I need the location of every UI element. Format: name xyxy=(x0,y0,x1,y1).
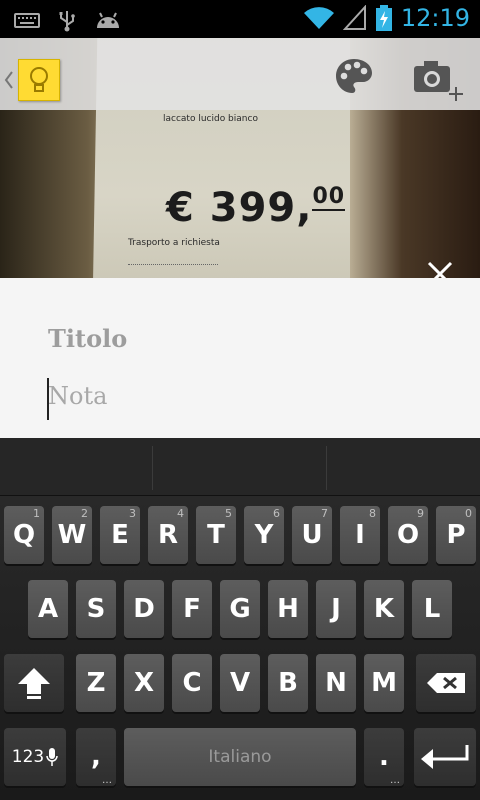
key-h[interactable]: H xyxy=(268,580,308,638)
note-editor: Titolo Nota xyxy=(0,278,480,438)
key-z[interactable]: Z xyxy=(76,654,116,712)
action-bar xyxy=(0,38,480,110)
shift-key[interactable] xyxy=(4,654,64,712)
photo-text-line2: Trasporto a richiesta xyxy=(128,238,220,248)
microphone-icon xyxy=(46,748,58,766)
status-bar: 12:19 xyxy=(0,0,480,38)
key-e[interactable]: E3 xyxy=(100,506,140,564)
backspace-key[interactable] xyxy=(416,654,476,712)
comma-key[interactable]: ,… xyxy=(76,728,116,786)
key-c[interactable]: C xyxy=(172,654,212,712)
key-b[interactable]: B xyxy=(268,654,308,712)
title-field[interactable]: Titolo xyxy=(48,324,448,353)
key-t[interactable]: T5 xyxy=(196,506,236,564)
palette-icon[interactable] xyxy=(334,56,374,96)
key-f[interactable]: F xyxy=(172,580,212,638)
photo-text-line1: laccato lucido bianco xyxy=(163,114,258,124)
signal-icon xyxy=(342,5,366,30)
battery-charging-icon xyxy=(375,5,392,31)
shift-arrow-icon xyxy=(18,668,50,699)
key-l[interactable]: L xyxy=(412,580,452,638)
key-r[interactable]: R4 xyxy=(148,506,188,564)
home-up-button[interactable] xyxy=(4,59,64,101)
chevron-left-icon xyxy=(4,71,13,89)
key-p[interactable]: P0 xyxy=(436,506,476,564)
keyboard-icon xyxy=(14,13,40,28)
photo-price: € 399,00 xyxy=(166,184,346,231)
wifi-icon xyxy=(303,7,334,30)
key-q[interactable]: Q1 xyxy=(4,506,44,564)
keep-lightbulb-icon xyxy=(18,59,60,101)
key-y[interactable]: Y6 xyxy=(244,506,284,564)
key-o[interactable]: O9 xyxy=(388,506,428,564)
enter-key[interactable] xyxy=(414,728,476,786)
key-i[interactable]: I8 xyxy=(340,506,380,564)
note-body-field[interactable]: Nota xyxy=(48,382,448,410)
key-a[interactable]: A xyxy=(28,580,68,638)
space-bar[interactable]: Italiano xyxy=(124,728,356,786)
android-icon xyxy=(97,12,119,28)
soft-keyboard: Q1 W2 E3 R4 T5 Y6 U7 I8 O9 P0 A S D F G … xyxy=(0,438,480,800)
enter-icon xyxy=(421,745,469,769)
key-x[interactable]: X xyxy=(124,654,164,712)
close-icon[interactable] xyxy=(424,258,456,278)
key-s[interactable]: S xyxy=(76,580,116,638)
key-k[interactable]: K xyxy=(364,580,404,638)
backspace-icon xyxy=(427,673,465,693)
add-photo-icon[interactable] xyxy=(410,54,466,102)
key-v[interactable]: V xyxy=(220,654,260,712)
key-u[interactable]: U7 xyxy=(292,506,332,564)
clock: 12:19 xyxy=(400,4,470,32)
key-n[interactable]: N xyxy=(316,654,356,712)
period-key[interactable]: .… xyxy=(364,728,404,786)
key-d[interactable]: D xyxy=(124,580,164,638)
key-m[interactable]: M xyxy=(364,654,404,712)
key-g[interactable]: G xyxy=(220,580,260,638)
key-j[interactable]: J xyxy=(316,580,356,638)
symbols-key[interactable]: 123 xyxy=(4,728,66,786)
suggestion-strip[interactable] xyxy=(0,438,480,496)
usb-icon xyxy=(59,11,75,32)
key-w[interactable]: W2 xyxy=(52,506,92,564)
